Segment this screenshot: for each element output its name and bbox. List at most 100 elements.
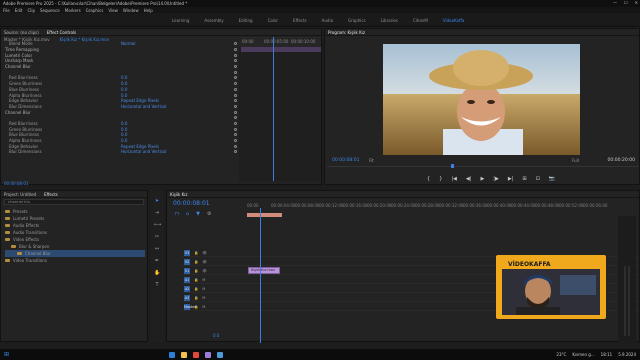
hand-tool-icon[interactable]: ✋	[154, 270, 160, 276]
go-to-in-icon[interactable]: |◀	[451, 176, 457, 182]
type-tool-icon[interactable]: T	[154, 282, 160, 288]
workspace-color[interactable]: Color	[268, 18, 278, 23]
clock-time[interactable]: 18:11	[601, 352, 613, 357]
track-mute-icon[interactable]: M	[202, 278, 205, 282]
master-volume-value[interactable]: 0.0	[213, 333, 219, 338]
effect-value[interactable]: 0.0	[121, 132, 127, 137]
workspace-learning[interactable]: Learning	[172, 18, 189, 23]
track-mute-icon[interactable]: M	[202, 287, 205, 291]
reset-icon[interactable]	[234, 144, 237, 148]
timeline-timecode[interactable]: 00:00:08:01	[173, 200, 210, 207]
menu-sequence[interactable]: Sequence	[40, 8, 60, 13]
effects-tree-item[interactable]: Blur & Sharpen	[5, 243, 145, 250]
workspace-assembly[interactable]: Assembly	[204, 18, 223, 23]
menu-clip[interactable]: Clip	[27, 8, 35, 13]
effects-tree-item[interactable]: Audio Effects	[5, 222, 145, 229]
track-lock-icon[interactable]: 🔒	[194, 251, 198, 255]
mark-in-icon[interactable]: {	[427, 176, 430, 182]
workspace-audio[interactable]: Audio	[322, 18, 333, 23]
reset-icon[interactable]	[234, 110, 237, 114]
reset-icon[interactable]	[234, 65, 237, 69]
track-target[interactable]: V1	[184, 267, 190, 274]
program-monitor-title[interactable]: Program: Kişiik Kız	[328, 30, 365, 35]
reset-icon[interactable]	[234, 150, 237, 154]
timeline-sequence-tab[interactable]: Kişiik Kız	[170, 192, 187, 197]
tab-effects[interactable]: Effects	[44, 192, 58, 197]
extract-icon[interactable]: ⊡	[536, 176, 540, 182]
export-frame-icon[interactable]: 📷	[549, 176, 555, 182]
play-icon[interactable]: ▶	[480, 176, 484, 182]
edge-icon[interactable]	[169, 351, 176, 358]
reset-icon[interactable]	[234, 53, 237, 57]
effect-value[interactable]: 0.0	[121, 121, 127, 126]
workspace-videokaffa[interactable]: VideoKaffa	[443, 18, 464, 23]
menu-graphics[interactable]: Graphics	[86, 8, 104, 13]
reset-icon[interactable]	[234, 133, 237, 137]
reset-icon[interactable]	[234, 48, 237, 52]
reset-icon[interactable]	[234, 139, 237, 143]
effect-value[interactable]: Repeat Edge Pixels	[121, 98, 159, 103]
track-mute-icon[interactable]: M	[202, 296, 205, 300]
add-marker-icon[interactable]: ▼	[196, 211, 200, 217]
clip-v1[interactable]: Kişiik Kız.mov	[248, 267, 280, 274]
effect-value[interactable]: Horizontal and Vertical	[121, 104, 166, 109]
effect-property-row[interactable]: Blur Dimensions Horizontal and Vertical	[1, 149, 237, 155]
effect-value[interactable]: 0.0	[121, 138, 127, 143]
reset-icon[interactable]	[234, 121, 237, 125]
effect-value[interactable]: 0.0	[121, 93, 127, 98]
reset-icon[interactable]	[234, 59, 237, 63]
close-icon[interactable]: ✕	[635, 0, 638, 5]
effect-time-ruler[interactable]: 00:00 00:00:05:00 00:00:10:00	[239, 37, 321, 47]
reset-icon[interactable]	[234, 87, 237, 91]
pen-tool-icon[interactable]: ✒	[154, 258, 160, 264]
effect-playhead[interactable]	[273, 37, 274, 181]
track-target[interactable]: Master	[184, 303, 196, 310]
track-target[interactable]: A1	[184, 276, 190, 283]
track-lock-icon[interactable]: 🔒	[194, 296, 198, 300]
effects-tree-item[interactable]: Lumetri Presets	[5, 215, 145, 222]
track-lock-icon[interactable]: 🔒	[194, 260, 198, 264]
zoom-select[interactable]: Fit	[369, 158, 374, 163]
premiere-pro-icon[interactable]	[205, 351, 212, 358]
reset-icon[interactable]	[234, 93, 237, 97]
workspace-graphics[interactable]: Graphics	[348, 18, 366, 23]
razor-tool-icon[interactable]: ✂	[154, 234, 160, 240]
track-lock-icon[interactable]: 🔒	[194, 269, 198, 273]
program-playhead[interactable]	[451, 164, 454, 168]
go-to-out-icon[interactable]: ▶|	[508, 176, 514, 182]
program-timecode[interactable]: 00:00:08:01	[332, 158, 359, 163]
track-lock-icon[interactable]: 🔒	[194, 278, 198, 282]
lift-icon[interactable]: ⊞	[522, 176, 526, 182]
effect-value[interactable]: Repeat Edge Pixels	[121, 144, 159, 149]
work-area-bar[interactable]	[247, 213, 282, 217]
workspace-cihanm[interactable]: CihanM	[413, 18, 428, 23]
tab-source[interactable]: Source: (no clips)	[4, 30, 39, 35]
track-target[interactable]: A2	[184, 285, 190, 292]
effects-tree-item[interactable]: Video Transitions	[5, 257, 145, 264]
tab-project[interactable]: Project: Untitled	[4, 192, 36, 197]
effects-tree-item[interactable]: Channel Blur	[5, 250, 145, 257]
start-icon[interactable]: ⊞	[4, 351, 9, 358]
file-explorer-icon[interactable]	[181, 351, 188, 358]
workspace-editing[interactable]: Editing	[239, 18, 253, 23]
slip-tool-icon[interactable]: ↔	[154, 246, 160, 252]
reset-icon[interactable]	[234, 76, 237, 80]
track-visibility-icon[interactable]: 👁	[202, 260, 206, 264]
track-visibility-icon[interactable]: 👁	[202, 251, 206, 255]
timeline-ruler[interactable]: 00:00 00:00:04:00 00:00:08:00 00:00:12:00 00…	[247, 203, 639, 213]
reset-icon[interactable]	[234, 127, 237, 131]
workspace-effects[interactable]: Effects	[293, 18, 307, 23]
effect-keyframe-area[interactable]: 00:00 00:00:05:00 00:00:10:00	[239, 37, 321, 181]
step-back-icon[interactable]: ◀|	[466, 176, 472, 182]
reset-icon[interactable]	[234, 42, 237, 46]
minimize-icon[interactable]: —	[613, 0, 617, 5]
track-lock-icon[interactable]: 🔒	[194, 287, 198, 291]
menu-file[interactable]: File	[3, 8, 10, 13]
menu-help[interactable]: Help	[144, 8, 153, 13]
track-target[interactable]: A3	[184, 294, 190, 301]
reset-icon[interactable]	[234, 104, 237, 108]
track-mute-icon[interactable]: M	[202, 305, 205, 309]
reset-icon[interactable]	[234, 99, 237, 103]
effect-value[interactable]: 0.0	[121, 75, 127, 80]
workspace-libraries[interactable]: Libraries	[381, 18, 398, 23]
